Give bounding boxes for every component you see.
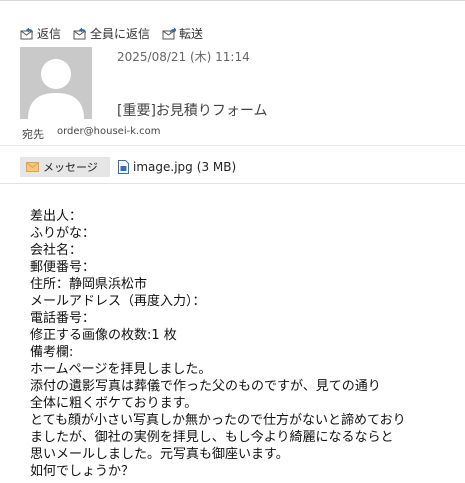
body-line: 添付の遺影写真は葬儀で作った父のものですが、見ての通り — [30, 379, 381, 394]
body-line: 備考欄: — [30, 345, 74, 360]
body-line: 住所：静岡県浜松市 — [30, 277, 148, 292]
forward-icon — [162, 27, 177, 39]
person-icon — [28, 59, 84, 119]
body-line: 全体に粗くボケております。 — [30, 396, 198, 411]
body-divider — [0, 183, 465, 184]
to-address[interactable]: order@housei-k.com — [57, 126, 161, 137]
reply-label: 返信 — [37, 26, 62, 41]
forward-button[interactable]: 転送 — [162, 25, 203, 42]
body-line: ホームページを拝見しました。 — [30, 362, 212, 377]
body-line: 思いメールしました。元写真も御座います。 — [30, 447, 289, 462]
body-line: 郵便番号： — [30, 260, 96, 275]
reply-all-icon — [73, 27, 87, 39]
message-subject: [重要]お見積りフォーム — [117, 103, 268, 119]
attachment-size: (3 MB) — [196, 160, 237, 174]
body-line: 会社名： — [30, 243, 83, 258]
forward-label: 転送 — [179, 26, 204, 41]
sender-avatar — [20, 47, 92, 119]
body-line: ふりがな： — [30, 226, 96, 241]
reply-icon — [20, 27, 33, 39]
body-line: 修正する画像の枚数:1 枚 — [30, 328, 177, 343]
image-file-icon — [118, 160, 129, 174]
attachment-bar: メッセージ image.jpg (3 MB) — [20, 157, 236, 177]
body-line: 電話番号： — [30, 311, 96, 326]
message-toolbar: 返信 全員に返信 転送 — [20, 24, 215, 42]
body-line: ましたが、御社の実例を拝見し、もし今より綺麗になるならと — [30, 430, 394, 445]
to-label: 宛先 — [22, 128, 44, 141]
body-line: 差出人： — [30, 209, 83, 224]
top-divider — [0, 0, 465, 1]
message-tab[interactable]: メッセージ — [20, 157, 110, 177]
message-body: 差出人： ふりがな： 会社名： 郵便番号： 住所：静岡県浜松市 メールアドレス（… — [30, 208, 406, 480]
message-date: 2025/08/21 (木) 11:14 — [117, 50, 250, 64]
attachment-filename: image.jpg — [133, 160, 193, 174]
body-line: メールアドレス（再度入力）： — [30, 294, 206, 309]
reply-all-label: 全員に返信 — [90, 26, 151, 41]
header-divider — [0, 145, 465, 146]
reply-all-button[interactable]: 全員に返信 — [73, 25, 150, 42]
envelope-icon — [26, 162, 39, 172]
body-line: とても顔が小さい写真しか無かったので仕方がないと諦めており — [30, 413, 406, 428]
body-line: 如何でしょうか？ — [30, 464, 135, 479]
message-tab-label: メッセージ — [43, 161, 98, 174]
attachment-file[interactable]: image.jpg (3 MB) — [118, 160, 236, 174]
reply-button[interactable]: 返信 — [20, 25, 61, 42]
